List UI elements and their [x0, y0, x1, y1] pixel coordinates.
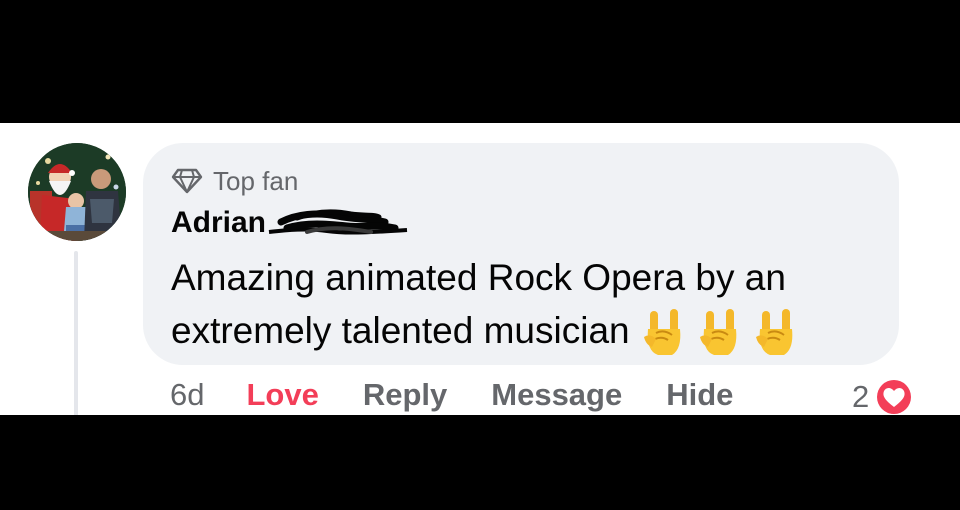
reply-button[interactable]: Reply — [363, 377, 447, 413]
top-fan-badge[interactable]: Top fan — [171, 164, 298, 198]
heart-icon — [874, 377, 915, 415]
comment-card: Top fan Adrian Amazing animated Rock Ope… — [0, 123, 960, 415]
hide-button[interactable]: Hide — [666, 377, 733, 413]
comment-bubble: Top fan Adrian Amazing animated Rock Ope… — [143, 143, 899, 365]
reaction-count: 2 — [852, 379, 870, 414]
author-name[interactable]: Adrian — [171, 206, 266, 240]
avatar-photo — [28, 143, 126, 241]
comment-body: Amazing animated Rock Opera by an extrem… — [171, 257, 786, 351]
message-button[interactable]: Message — [491, 377, 622, 413]
sign-of-horns-emoji — [755, 309, 792, 356]
timestamp-link[interactable]: 6d — [170, 377, 204, 413]
sign-of-horns-emoji — [699, 309, 736, 356]
love-button[interactable]: Love — [246, 377, 318, 413]
top-fan-label: Top fan — [213, 165, 299, 196]
comment-actions: 6d Love Reply Message Hide — [170, 373, 777, 415]
comment-author[interactable]: Adrian — [171, 203, 409, 243]
thread-line — [74, 251, 78, 415]
avatar[interactable] — [28, 143, 126, 241]
reaction-summary[interactable]: 2 — [852, 375, 915, 415]
redaction-scribble — [268, 209, 408, 235]
comment-text: Amazing animated Rock Opera by an extrem… — [171, 251, 891, 357]
sign-of-horns-emoji — [643, 309, 680, 356]
screenshot-stage: Top fan Adrian Amazing animated Rock Ope… — [0, 0, 960, 510]
diamond-icon — [171, 168, 203, 194]
